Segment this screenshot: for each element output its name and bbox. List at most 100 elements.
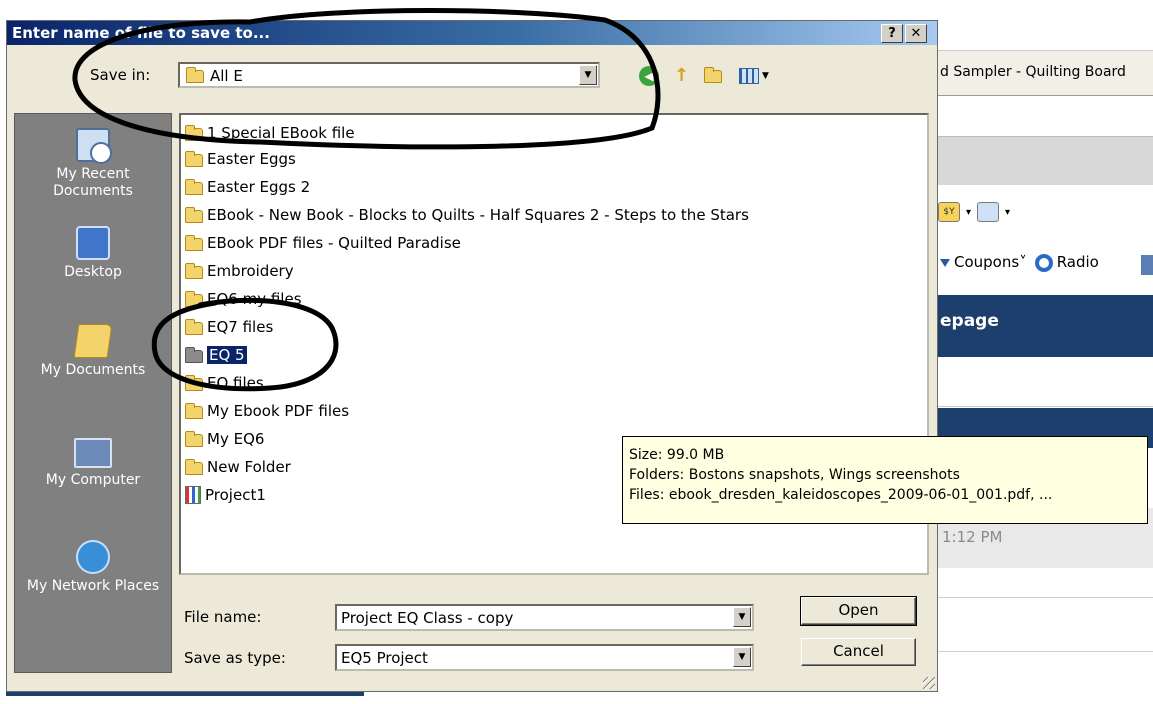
background-toolbar-icons: $Y ▾ ▾	[938, 200, 1010, 224]
background-page-heading: epage	[940, 311, 999, 331]
chevron-down-icon[interactable]: ▾	[1005, 207, 1010, 218]
save-in-dropdown[interactable]: All E ▼	[178, 62, 600, 88]
background-scroll-marker	[1141, 255, 1153, 275]
post-time: 1:12 PM	[942, 528, 1003, 546]
list-item[interactable]: EBook - New Book - Blocks to Quilts - Ha…	[185, 204, 749, 226]
page-icon[interactable]	[977, 202, 1000, 222]
desktop-icon	[76, 226, 110, 260]
list-item[interactable]: Easter Eggs	[185, 148, 296, 170]
folder-icon	[185, 318, 203, 335]
background-links-bar: Coupons˅ Radio	[940, 253, 1099, 272]
list-item[interactable]: EQ7 files	[185, 316, 273, 338]
up-folder-icon: ↑	[674, 65, 690, 86]
file-item-label: Easter Eggs 2	[207, 178, 311, 196]
resize-grip[interactable]	[923, 677, 935, 689]
places-my-recent-documents[interactable]: My Recent Documents	[15, 128, 171, 200]
chevron-down-icon: ˅	[1019, 253, 1027, 272]
dialog-title-bar[interactable]: Enter name of file to save to... ? ✕	[7, 21, 937, 45]
list-item[interactable]: Project1	[185, 484, 266, 506]
back-button[interactable]: ◀	[638, 64, 660, 88]
top-strip	[0, 0, 940, 20]
file-item-label: New Folder	[207, 458, 291, 476]
create-new-folder-button[interactable]	[700, 64, 726, 88]
file-item-label: My EQ6	[207, 430, 265, 448]
folder-icon	[185, 402, 203, 419]
folder-icon	[185, 262, 203, 279]
coupons-link[interactable]: Coupons˅	[940, 253, 1027, 271]
list-item[interactable]: EQ6 my files	[185, 288, 302, 310]
folder-icon	[185, 178, 203, 195]
coupons-icon	[940, 259, 950, 268]
folder-icon	[185, 458, 203, 475]
folder-icon	[185, 206, 203, 223]
tooltip-files: Files: ebook_dresden_kaleidoscopes_2009-…	[629, 487, 1053, 503]
file-item-label: Embroidery	[207, 262, 294, 280]
dialog-title: Enter name of file to save to...	[12, 24, 270, 42]
background-tab-title: d Sampler - Quilting Board	[940, 64, 1126, 80]
network-places-icon	[76, 540, 110, 574]
radio-link[interactable]: Radio	[1034, 253, 1099, 272]
list-item[interactable]: EBook PDF files - Quilted Paradise	[185, 232, 461, 254]
radio-icon	[1034, 253, 1053, 272]
views-menu-button[interactable]: ▼	[734, 64, 774, 88]
file-name-input[interactable]: Project EQ Class - copy ▼	[335, 604, 754, 631]
list-item[interactable]: EQ files	[185, 372, 264, 394]
tooltip-size: Size: 99.0 MB	[629, 447, 725, 463]
list-item[interactable]: Embroidery	[185, 260, 294, 282]
folder-icon	[185, 150, 203, 167]
places-label: My Computer	[45, 472, 141, 488]
list-item[interactable]: 1 Special EBook file	[185, 122, 355, 144]
divider	[930, 597, 1153, 598]
save-file-dialog: Enter name of file to save to... ? ✕ Sav…	[6, 20, 938, 692]
help-button[interactable]: ?	[881, 24, 903, 43]
places-bar: My Recent Documents Desktop My Documents…	[14, 113, 172, 673]
up-one-level-button[interactable]: ↑	[668, 64, 692, 88]
places-label: My Network Places	[26, 578, 160, 594]
screen: d Sampler - Quilting Board $Y ▾ ▾ Coupon…	[0, 0, 1153, 704]
file-item-label: EBook PDF files - Quilted Paradise	[207, 234, 461, 252]
background-page-header: epage	[930, 295, 1153, 357]
places-my-documents[interactable]: My Documents	[15, 324, 171, 379]
recent-documents-icon	[76, 128, 112, 164]
list-item[interactable]: New Folder	[185, 456, 291, 478]
save-as-type-dropdown[interactable]: EQ5 Project ▼	[335, 644, 754, 671]
file-item-label: 1 Special EBook file	[207, 124, 355, 142]
chevron-down-icon[interactable]: ▾	[966, 207, 971, 218]
folder-icon	[185, 346, 203, 363]
folder-icon	[185, 430, 203, 447]
folder-icon	[186, 67, 204, 83]
places-label: My Documents	[40, 362, 146, 378]
file-item-label: EQ files	[207, 374, 264, 392]
places-my-computer[interactable]: My Computer	[15, 438, 171, 489]
toolbar-addon-icon[interactable]: $Y	[938, 202, 960, 222]
chevron-down-icon[interactable]: ▼	[579, 65, 597, 85]
places-my-network-places[interactable]: My Network Places	[15, 540, 171, 595]
new-folder-icon	[704, 66, 722, 83]
places-desktop[interactable]: Desktop	[15, 226, 171, 281]
file-item-label: EQ6 my files	[207, 290, 302, 308]
close-button[interactable]: ✕	[905, 24, 927, 43]
places-label: My Recent Documents	[53, 166, 133, 199]
folder-icon	[185, 124, 203, 141]
file-item-label: Project1	[205, 486, 266, 504]
list-item[interactable]: My Ebook PDF files	[185, 400, 349, 422]
background-browser-window: d Sampler - Quilting Board $Y ▾ ▾ Coupon…	[930, 0, 1153, 704]
chevron-down-icon[interactable]: ▼	[733, 607, 751, 627]
folder-info-tooltip: Size: 99.0 MB Folders: Bostons snapshots…	[622, 436, 1148, 524]
cancel-button[interactable]: Cancel	[801, 638, 916, 666]
save-as-type-value: EQ5 Project	[341, 649, 428, 667]
folder-icon	[185, 234, 203, 251]
list-item-selected[interactable]: EQ 5	[185, 344, 247, 366]
file-item-label: EQ7 files	[207, 318, 274, 336]
file-item-label: EBook - New Book - Blocks to Quilts - Ha…	[207, 206, 749, 224]
open-button[interactable]: Open	[800, 596, 917, 626]
chevron-down-icon[interactable]: ▼	[733, 647, 751, 667]
views-menu-icon	[739, 68, 760, 84]
background-address-bar[interactable]	[930, 97, 1153, 137]
back-arrow-icon: ◀	[639, 66, 659, 86]
taskbar-edge	[6, 692, 364, 696]
folder-icon	[185, 374, 203, 391]
list-item[interactable]: My EQ6	[185, 428, 264, 450]
list-item[interactable]: Easter Eggs 2	[185, 176, 310, 198]
background-browser-tab[interactable]: d Sampler - Quilting Board	[930, 50, 1153, 96]
